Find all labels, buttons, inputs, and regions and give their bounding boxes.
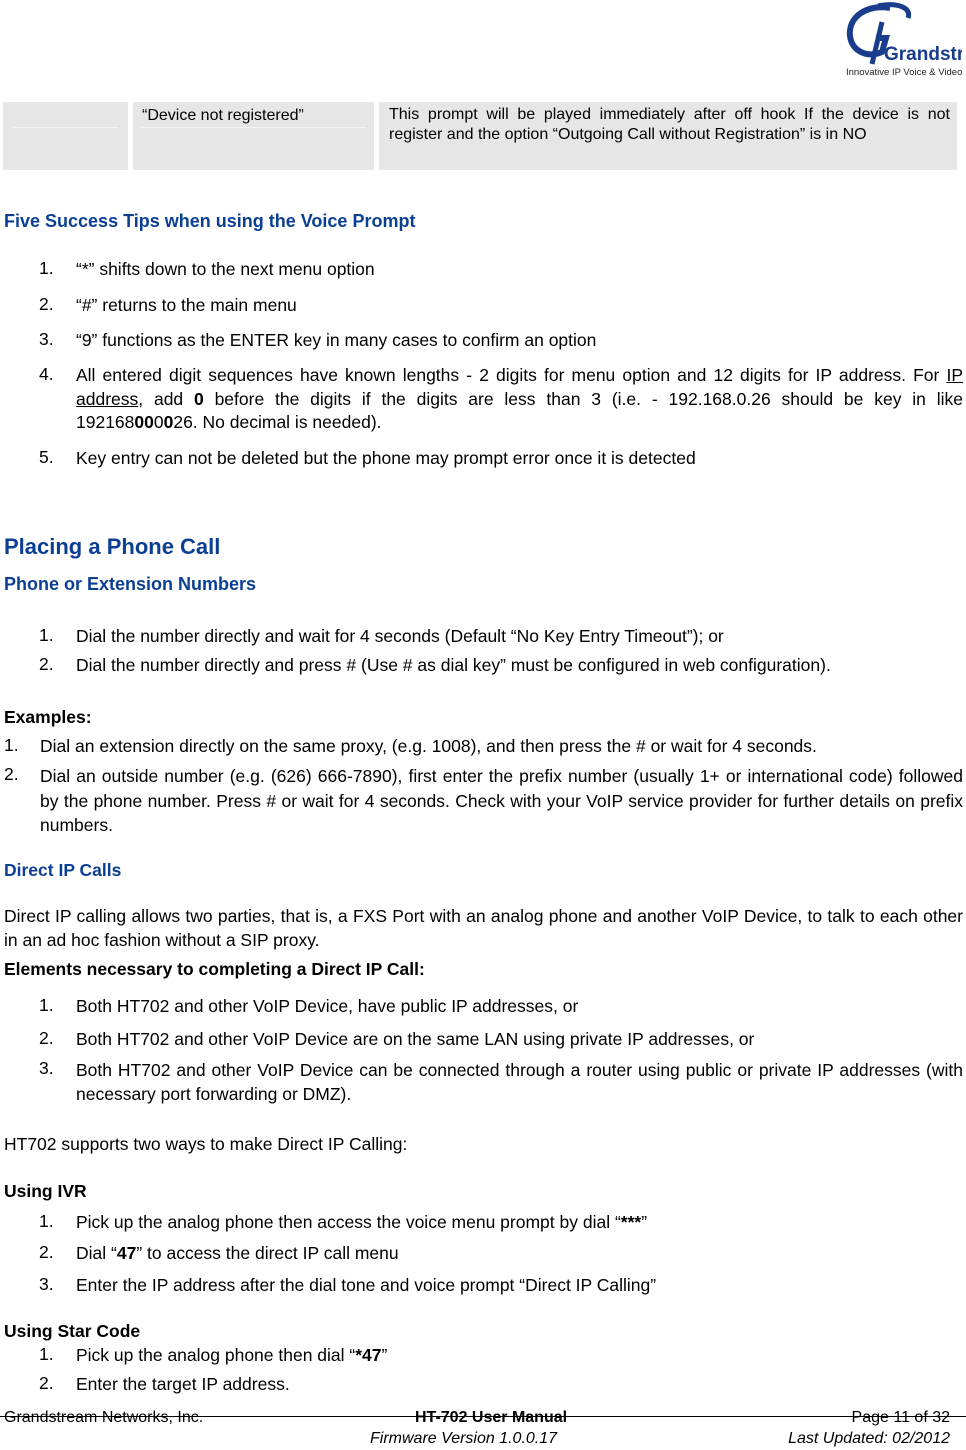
footer-manual-title: HT-702 User Manual [415, 1409, 568, 1426]
list-number: 2. [39, 294, 54, 314]
bold-zero: 0 [194, 388, 204, 409]
examples-label: Examples: [4, 707, 92, 727]
text-fragment: 0 [153, 412, 164, 432]
logo-tagline: Innovative IP Voice & Video [846, 67, 962, 78]
list-text: Both HT702 and other VoIP Device, have p… [76, 996, 579, 1016]
using-star-code-label: Using Star Code [4, 1321, 141, 1341]
list-text: Dial “47” to access the direct IP call m… [76, 1242, 963, 1264]
list-number: 1. [39, 995, 54, 1015]
list-text: Pick up the analog phone then access the… [76, 1211, 963, 1233]
list-number: 2. [39, 1373, 54, 1393]
section-title-placing-call: Placing a Phone Call [4, 534, 221, 559]
grandstream-logo: Grandstream Innovative IP Voice & Video [838, 2, 962, 80]
list-text: Dial the number directly and press # (Us… [76, 655, 831, 675]
list-number: 1. [4, 735, 19, 755]
list-number: 3. [39, 329, 54, 349]
bold-digits: 00 [134, 412, 154, 432]
list-number: 2. [39, 1028, 54, 1048]
two-ways-text: HT702 supports two ways to make Direct I… [4, 1134, 408, 1154]
list-number: 1. [39, 1344, 54, 1364]
bold-code: 47 [116, 1243, 137, 1263]
list-text: Dial the number directly and wait for 4 … [76, 626, 724, 646]
list-text: “9” functions as the ENTER key in many c… [76, 330, 597, 350]
text-fragment: ” [381, 1345, 388, 1365]
text-fragment: ” [641, 1212, 648, 1232]
text-fragment: Dial “ [76, 1243, 117, 1263]
direct-ip-heading: Direct IP Calls [4, 860, 122, 880]
prompt-description: This prompt will be played immediately a… [389, 106, 950, 143]
text-fragment: Enter the IP address after the dial tone… [76, 1275, 657, 1295]
using-ivr-label: Using IVR [4, 1181, 87, 1201]
list-number: 1. [39, 258, 54, 278]
list-text: Dial an outside number (e.g. (626) 666-7… [40, 766, 963, 835]
list-text: Enter the target IP address. [76, 1373, 963, 1395]
text-fragment: Pick up the analog phone then dial “ [76, 1345, 356, 1365]
list-number: 5. [39, 447, 54, 467]
list-text: Both HT702 and other VoIP Device are on … [76, 1029, 755, 1049]
direct-ip-intro: Direct IP calling allows two parties, th… [4, 906, 963, 950]
bold-digits: 0 [163, 412, 174, 432]
table-cell-empty [3, 102, 128, 170]
text-fragment: Enter the target IP address. [76, 1374, 290, 1394]
list-text: All entered digit sequences have known l… [76, 364, 963, 435]
bold-code: *** [620, 1212, 642, 1232]
footer-page-number: Page 11 of 32 [851, 1409, 950, 1426]
logo-brand-text: Grandstream [884, 44, 962, 65]
list-number: 2. [39, 1242, 54, 1262]
prompt-name: “Device not registered” [142, 107, 304, 124]
text-fragment: 26. No decimal is needed). [173, 412, 382, 432]
footer-last-updated: Last Updated: 02/2012 [788, 1430, 950, 1447]
table-cell-description: This prompt will be played immediately a… [379, 102, 957, 170]
footer-company: Grandstream Networks, Inc. [4, 1409, 204, 1426]
text-fragment: All entered digit sequences have known l… [76, 365, 947, 385]
list-number: 3. [39, 1058, 54, 1078]
list-number: 2. [39, 654, 54, 674]
elements-label: Elements necessary to completing a Direc… [4, 959, 425, 979]
list-number: 3. [39, 1274, 54, 1294]
list-number: 2. [4, 764, 19, 784]
list-text: Enter the IP address after the dial tone… [76, 1274, 963, 1296]
list-number: 4. [39, 364, 54, 384]
list-text: Pick up the analog phone then dial “*47” [76, 1344, 963, 1366]
list-text: Key entry can not be deleted but the pho… [76, 448, 696, 468]
text-fragment: Pick up the analog phone then access the… [76, 1212, 621, 1232]
footer-firmware: Firmware Version 1.0.0.17 [370, 1430, 558, 1447]
list-text: “#” returns to the main menu [76, 295, 297, 315]
bold-code: *47 [355, 1345, 382, 1365]
tips-heading: Five Success Tips when using the Voice P… [4, 211, 416, 231]
subheading-phone-extension: Phone or Extension Numbers [4, 574, 257, 594]
list-number: 1. [39, 625, 54, 645]
list-text: Dial an extension directly on the same p… [40, 736, 817, 756]
table-cell-prompt: “Device not registered” [133, 102, 374, 170]
list-number: 1. [39, 1211, 54, 1231]
grandstream-logo-icon: Grandstream Innovative IP Voice & Video [846, 2, 962, 78]
text-fragment: , add [138, 388, 194, 409]
text-fragment: ” to access the direct IP call menu [136, 1243, 399, 1263]
list-text: “*” shifts down to the next menu option [76, 259, 375, 279]
list-text: Both HT702 and other VoIP Device can be … [76, 1060, 963, 1104]
